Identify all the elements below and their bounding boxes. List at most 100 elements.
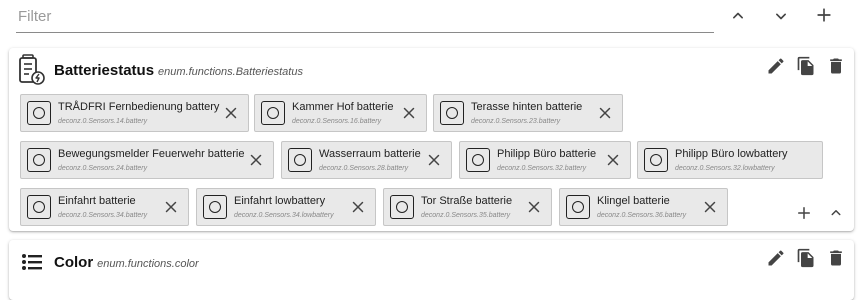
close-icon xyxy=(528,201,540,213)
filter-input[interactable] xyxy=(16,4,714,33)
member-id: deconz.0.Sensors.23.battery xyxy=(471,118,561,125)
expand-all-button[interactable] xyxy=(769,4,793,28)
close-icon xyxy=(165,201,177,213)
state-icon xyxy=(27,195,51,219)
member-name: Philipp Büro batterie xyxy=(497,148,597,160)
close-icon xyxy=(250,154,262,166)
member-name: Bewegungsmelder Feuerwehr batterie xyxy=(58,148,245,160)
copy-icon xyxy=(797,248,814,268)
member-name: Philipp Büro lowbattery xyxy=(675,148,788,160)
edit-group-button[interactable] xyxy=(764,54,788,78)
remove-member-button[interactable] xyxy=(596,104,614,122)
member-chip[interactable]: Einfahrt lowbattery deconz.0.Sensors.34.… xyxy=(196,188,376,226)
copy-icon xyxy=(797,56,814,76)
member-id: deconz.0.Sensors.32.battery xyxy=(497,165,587,172)
battery-status-icon xyxy=(18,54,46,86)
member-name: Einfahrt lowbattery xyxy=(234,195,326,207)
remove-member-button[interactable] xyxy=(222,104,240,122)
state-icon xyxy=(261,101,285,125)
member-name: Tor Straße batterie xyxy=(421,195,513,207)
member-id: deconz.0.Sensors.24.battery xyxy=(58,165,148,172)
copy-group-button[interactable] xyxy=(794,54,818,78)
member-chip[interactable]: Terasse hinten batterie deconz.0.Sensors… xyxy=(433,94,623,132)
close-icon xyxy=(225,107,237,119)
member-chip[interactable]: Klingel batterie deconz.0.Sensors.36.bat… xyxy=(559,188,728,226)
group-actions xyxy=(764,54,848,78)
remove-member-button[interactable] xyxy=(400,104,418,122)
member-id: deconz.0.Sensors.34.lowbattery xyxy=(234,212,334,219)
state-icon xyxy=(440,101,464,125)
member-name: Klingel batterie xyxy=(597,195,670,207)
close-icon xyxy=(352,201,364,213)
member-name: Terasse hinten batterie xyxy=(471,101,583,113)
member-chip[interactable]: Bewegungsmelder Feuerwehr batterie decon… xyxy=(20,141,274,179)
member-id: deconz.0.Sensors.32.lowbattery xyxy=(675,165,775,172)
trash-icon xyxy=(830,58,842,74)
delete-group-button[interactable] xyxy=(824,246,848,270)
close-icon xyxy=(607,154,619,166)
chevron-up-icon xyxy=(831,210,841,216)
group-header: Batteriestatus enum.functions.Batteriesta… xyxy=(9,48,854,92)
member-name: Wasserraum batterie xyxy=(319,148,421,160)
chevron-up-icon xyxy=(733,12,743,19)
plus-icon xyxy=(798,207,810,219)
member-chip[interactable]: Kammer Hof batterie deconz.0.Sensors.16.… xyxy=(254,94,427,132)
remove-member-button[interactable] xyxy=(604,151,622,169)
group-actions xyxy=(764,246,848,270)
add-group-button[interactable] xyxy=(812,3,836,27)
member-id: deconz.0.Sensors.28.battery xyxy=(319,165,409,172)
member-chip[interactable]: Tor Straße batterie deconz.0.Sensors.35.… xyxy=(383,188,552,226)
group-title: Batteriestatus enum.functions.Batteriesta… xyxy=(54,62,303,79)
member-chip[interactable]: Einfahrt batterie deconz.0.Sensors.34.ba… xyxy=(20,188,189,226)
remove-member-button[interactable] xyxy=(701,198,719,216)
close-icon xyxy=(704,201,716,213)
remove-member-button[interactable] xyxy=(247,151,265,169)
member-id: deconz.0.Sensors.16.battery xyxy=(292,118,382,125)
group-id: enum.functions.color xyxy=(97,258,199,270)
member-id: deconz.0.Sensors.14.battery xyxy=(58,118,148,125)
pencil-icon xyxy=(768,58,784,74)
state-icon xyxy=(288,148,312,172)
state-icon xyxy=(27,148,51,172)
delete-group-button[interactable] xyxy=(824,54,848,78)
state-icon xyxy=(203,195,227,219)
member-chip[interactable]: Wasserraum batterie deconz.0.Sensors.28.… xyxy=(281,141,452,179)
group-header: Color enum.functions.color xyxy=(9,240,854,284)
group-title-text: Color xyxy=(54,254,94,271)
member-name: TRÅDFRI Fernbedienung battery xyxy=(58,101,220,113)
member-chip[interactable]: Philipp Büro batterie deconz.0.Sensors.3… xyxy=(459,141,631,179)
remove-member-button[interactable] xyxy=(525,198,543,216)
plus-icon xyxy=(817,8,831,22)
group-card-color: Color enum.functions.color xyxy=(9,240,854,300)
add-member-button[interactable] xyxy=(792,201,816,225)
group-footer-actions xyxy=(792,201,848,225)
state-icon xyxy=(27,101,51,125)
remove-member-button[interactable] xyxy=(349,198,367,216)
remove-member-button[interactable] xyxy=(162,198,180,216)
close-icon xyxy=(403,107,415,119)
state-icon xyxy=(390,195,414,219)
close-icon xyxy=(599,107,611,119)
filter-bar xyxy=(16,0,850,36)
member-name: Einfahrt batterie xyxy=(58,195,136,207)
member-name: Kammer Hof batterie xyxy=(292,101,394,113)
state-icon xyxy=(566,195,590,219)
trash-icon xyxy=(830,250,842,266)
collapse-all-button[interactable] xyxy=(726,4,750,28)
group-title-text: Batteriestatus xyxy=(54,62,155,79)
state-icon xyxy=(644,148,668,172)
chevron-down-icon xyxy=(776,13,786,20)
member-chip[interactable]: TRÅDFRI Fernbedienung battery deconz.0.S… xyxy=(20,94,249,132)
member-id: deconz.0.Sensors.36.battery xyxy=(597,212,687,219)
state-icon xyxy=(466,148,490,172)
member-id: deconz.0.Sensors.34.battery xyxy=(58,212,148,219)
copy-group-button[interactable] xyxy=(794,246,818,270)
collapse-group-button[interactable] xyxy=(824,201,848,225)
member-chip[interactable]: Philipp Büro lowbattery deconz.0.Sensors… xyxy=(637,141,823,179)
group-id: enum.functions.Batteriestatus xyxy=(158,66,303,78)
group-card-batteriestatus: Batteriestatus enum.functions.Batteriesta… xyxy=(9,48,854,231)
close-icon xyxy=(428,154,440,166)
edit-group-button[interactable] xyxy=(764,246,788,270)
remove-member-button[interactable] xyxy=(425,151,443,169)
member-id: deconz.0.Sensors.35.battery xyxy=(421,212,511,219)
